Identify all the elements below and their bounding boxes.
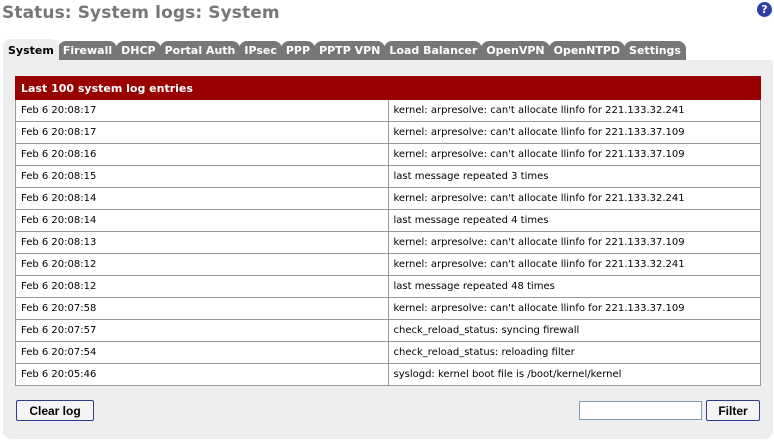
- tab-dhcp[interactable]: DHCP: [116, 41, 161, 61]
- log-message-cell: kernel: arpresolve: can't allocate llinf…: [387, 297, 761, 320]
- log-message-cell: last message repeated 48 times: [387, 275, 761, 298]
- log-time-cell: Feb 6 20:07:54: [15, 341, 389, 364]
- log-time-cell: Feb 6 20:08:16: [15, 143, 389, 166]
- log-time-cell: Feb 6 20:05:46: [15, 363, 389, 386]
- help-icon[interactable]: ?: [757, 2, 772, 17]
- log-time-cell: Feb 6 20:08:14: [15, 209, 389, 232]
- tab-portal-auth[interactable]: Portal Auth: [159, 41, 241, 61]
- table-row: Feb 6 20:08:12 kernel: arpresolve: can't …: [15, 253, 761, 276]
- page-title: Status: System logs: System: [2, 3, 280, 23]
- log-message-cell: syslogd: kernel boot file is /boot/kerne…: [387, 363, 761, 386]
- log-time-cell: Feb 6 20:08:17: [15, 121, 389, 144]
- log-message-cell: kernel: arpresolve: can't allocate llinf…: [387, 187, 761, 210]
- tab-ppp[interactable]: PPP: [280, 41, 316, 61]
- log-time-cell: Feb 6 20:08:15: [15, 165, 389, 188]
- log-message-cell: last message repeated 4 times: [387, 209, 761, 232]
- log-time-cell: Feb 6 20:08:12: [15, 253, 389, 276]
- tab-pptp-vpn[interactable]: PPTP VPN: [314, 41, 386, 61]
- log-time-cell: Feb 6 20:08:12: [15, 275, 389, 298]
- table-row: Feb 6 20:08:12 last message repeated 48 t…: [15, 275, 761, 298]
- table-row: Feb 6 20:08:14 kernel: arpresolve: can't …: [15, 187, 761, 210]
- log-time-cell: Feb 6 20:08:17: [15, 99, 389, 122]
- tab-openvpn[interactable]: OpenVPN: [481, 41, 550, 61]
- log-message-cell: last message repeated 3 times: [387, 165, 761, 188]
- page: Status: System logs: System ? System Fire…: [0, 0, 774, 442]
- table-row: Feb 6 20:08:13 kernel: arpresolve: can't …: [15, 231, 761, 254]
- log-time-cell: Feb 6 20:07:58: [15, 297, 389, 320]
- log-message-cell: check_reload_status: syncing firewall: [387, 319, 761, 342]
- tab-openntpd[interactable]: OpenNTPD: [548, 41, 626, 61]
- content-panel: Last 100 system log entries Feb 6 20:08:…: [3, 60, 773, 439]
- filter-button[interactable]: Filter: [706, 400, 760, 421]
- log-time-cell: Feb 6 20:07:57: [15, 319, 389, 342]
- log-table-header: Last 100 system log entries: [15, 76, 761, 100]
- tab-firewall[interactable]: Firewall: [57, 41, 118, 61]
- log-message-cell: kernel: arpresolve: can't allocate llinf…: [387, 231, 761, 254]
- tab-bar: System Firewall DHCP Portal Auth IPsec PPP PPT…: [3, 39, 686, 61]
- log-time-cell: Feb 6 20:08:13: [15, 231, 389, 254]
- log-table: Last 100 system log entries Feb 6 20:08:…: [15, 76, 761, 386]
- table-row: Feb 6 20:08:15 last message repeated 3 ti…: [15, 165, 761, 188]
- log-table-body: Feb 6 20:08:17 kernel: arpresolve: can't …: [15, 99, 761, 386]
- table-row: Feb 6 20:07:57 check_reload_status: synci…: [15, 319, 761, 342]
- tab-ipsec[interactable]: IPsec: [239, 41, 282, 61]
- log-message-cell: kernel: arpresolve: can't allocate llinf…: [387, 253, 761, 276]
- filter-input[interactable]: [579, 401, 702, 420]
- log-message-cell: kernel: arpresolve: can't allocate llinf…: [387, 99, 761, 122]
- table-row: Feb 6 20:08:14 last message repeated 4 ti…: [15, 209, 761, 232]
- table-row: Feb 6 20:07:58 kernel: arpresolve: can't …: [15, 297, 761, 320]
- table-row: Feb 6 20:07:54 check_reload_status: reloa…: [15, 341, 761, 364]
- log-table-header-row: Last 100 system log entries: [15, 76, 761, 100]
- log-message-cell: kernel: arpresolve: can't allocate llinf…: [387, 143, 761, 166]
- tab-settings[interactable]: Settings: [624, 41, 686, 61]
- table-row: Feb 6 20:08:17 kernel: arpresolve: can't …: [15, 99, 761, 122]
- log-time-cell: Feb 6 20:08:14: [15, 187, 389, 210]
- clear-log-button[interactable]: Clear log: [16, 400, 94, 421]
- tab-system[interactable]: System: [3, 39, 59, 61]
- table-row: Feb 6 20:08:17 kernel: arpresolve: can't …: [15, 121, 761, 144]
- log-message-cell: kernel: arpresolve: can't allocate llinf…: [387, 121, 761, 144]
- table-row: Feb 6 20:08:16 kernel: arpresolve: can't …: [15, 143, 761, 166]
- table-row: Feb 6 20:05:46 syslogd: kernel boot file …: [15, 363, 761, 386]
- log-message-cell: check_reload_status: reloading filter: [387, 341, 761, 364]
- tab-load-balancer[interactable]: Load Balancer: [384, 41, 483, 61]
